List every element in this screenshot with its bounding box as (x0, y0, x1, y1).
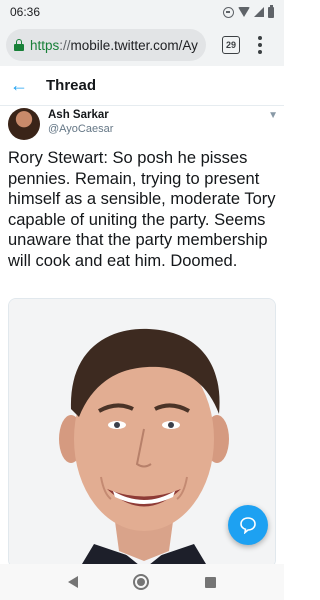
battery-icon (268, 4, 274, 18)
chevron-down-icon[interactable]: ▼ (268, 110, 278, 144)
status-icons (223, 4, 274, 18)
avatar[interactable] (8, 108, 40, 140)
url-text: https://mobile.twitter.com/Ay (30, 38, 198, 53)
status-bar: 06:36 (0, 0, 284, 24)
signal-icon (254, 7, 264, 17)
page-title: Thread (46, 77, 97, 94)
thread-header: ← Thread (0, 66, 284, 106)
back-arrow-icon[interactable]: ← (10, 75, 30, 96)
address-bar[interactable]: https://mobile.twitter.com/Ay (6, 29, 206, 61)
home-dot (137, 578, 146, 586)
url-scheme: https (30, 37, 60, 53)
back-icon[interactable] (67, 576, 78, 588)
compose-reply-button[interactable] (228, 505, 268, 545)
author-meta: Ash Sarkar @AyoCaesar (48, 108, 113, 144)
system-nav-bar (0, 564, 284, 600)
tweet-text: Rory Stewart: So posh he pisses pennies.… (8, 149, 276, 270)
status-time: 06:36 (10, 5, 41, 19)
browser-toolbar: https://mobile.twitter.com/Ay 29 (0, 24, 284, 66)
tweet-author-row: Ash Sarkar @AyoCaesar ▼ (8, 108, 278, 144)
tabs-button[interactable]: 29 (222, 36, 240, 54)
author-name[interactable]: Ash Sarkar (48, 108, 113, 122)
screen: 06:36 https://mobile.twitter.com/Ay 29 ←… (0, 0, 284, 600)
menu-dot (258, 36, 262, 40)
wifi-icon (238, 7, 250, 17)
home-icon[interactable] (133, 574, 150, 590)
url-host: mobile.twitter.com/Ay (70, 37, 198, 53)
tab-count: 29 (225, 40, 236, 50)
overflow-menu-icon[interactable] (258, 36, 262, 54)
lock-icon (14, 39, 24, 51)
compose-reply-icon (240, 517, 256, 534)
recents-icon[interactable] (205, 576, 217, 588)
url-separator: :// (59, 37, 71, 53)
author-handle[interactable]: @AyoCaesar (48, 122, 113, 136)
menu-dot (258, 43, 262, 47)
menu-dot (258, 50, 262, 54)
do-not-disturb-icon (223, 6, 234, 18)
